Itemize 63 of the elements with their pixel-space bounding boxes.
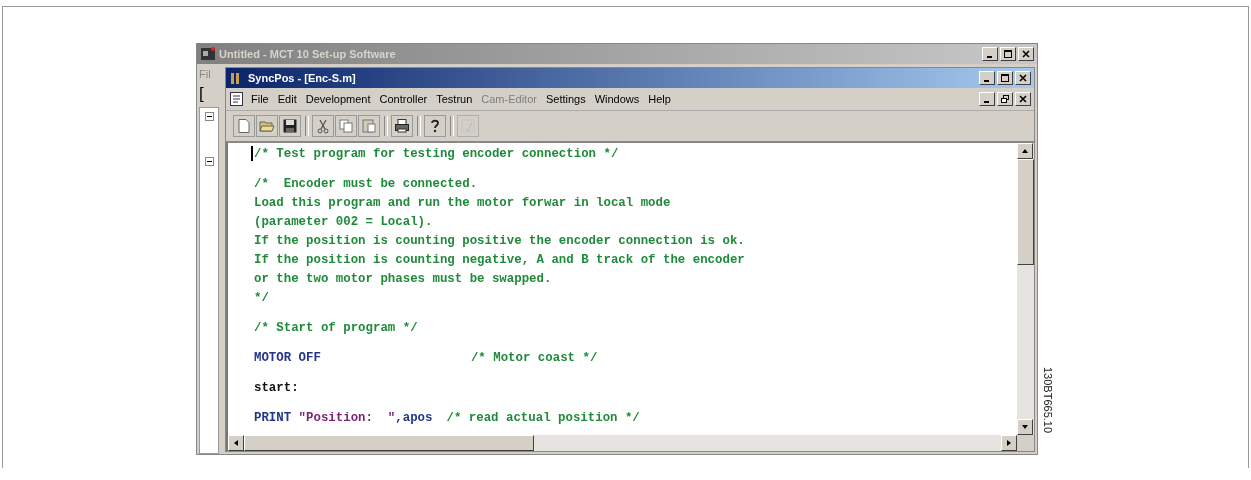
scroll-thumb[interactable] [244, 435, 534, 451]
vertical-scrollbar[interactable] [1017, 143, 1034, 435]
scrollbar-corner [1017, 435, 1034, 451]
menu-item[interactable]: Controller [379, 93, 428, 105]
copy-icon [338, 118, 354, 134]
minimize-button[interactable] [982, 47, 998, 61]
menu-item[interactable]: Windows [594, 93, 640, 105]
code-line: /* Start of program */ [254, 320, 419, 337]
collapse-icon[interactable] [204, 112, 214, 121]
down-arrow-icon [1021, 423, 1029, 431]
clipboard-icon [361, 118, 377, 134]
toolbar-button[interactable] [279, 115, 301, 137]
checkmark-icon [460, 118, 476, 134]
menu-item[interactable]: File [251, 93, 269, 105]
minimize-button[interactable] [979, 92, 995, 106]
maximize-icon [1004, 50, 1012, 58]
code-line: start: [254, 380, 300, 397]
code-line: If the position is counting negative, A and B track of the encoder [254, 252, 746, 269]
scroll-thumb[interactable] [1017, 159, 1034, 265]
toolbar-button[interactable] [391, 115, 413, 137]
maximize-button[interactable] [997, 71, 1013, 85]
window-title: SyncPos - [Enc-S.m] [248, 72, 356, 84]
document-icon [229, 91, 245, 107]
up-arrow-icon [1021, 147, 1029, 155]
code-line: /* Encoder must be connected. [254, 176, 479, 193]
app-icon [200, 46, 216, 62]
restore-button[interactable] [997, 92, 1013, 106]
close-button[interactable] [1018, 47, 1034, 61]
figure-id: 130BT665.10 [1042, 366, 1054, 433]
collapse-icon[interactable] [204, 157, 214, 166]
minimize-button[interactable] [979, 71, 995, 85]
menu-item[interactable]: Edit [277, 93, 297, 105]
blank-page-icon [236, 118, 252, 134]
code-line: PRINT "Position: ",apos /* read actual position */ [254, 410, 641, 427]
menu-item[interactable]: Settings [545, 93, 586, 105]
menu-item[interactable]: Testrun [436, 93, 473, 105]
maximize-icon [1001, 74, 1009, 82]
maximize-button[interactable] [1000, 47, 1016, 61]
restore-icon [1001, 95, 1009, 103]
menu-item[interactable]: Development [305, 93, 371, 105]
left-arrow-icon [232, 439, 240, 447]
close-icon [1022, 50, 1030, 58]
printer-icon [394, 118, 410, 134]
code-line: If the position is counting positive the encoder connection is ok. [254, 233, 746, 250]
menu-item[interactable]: Help [648, 93, 671, 105]
horizontal-scrollbar[interactable] [228, 435, 1034, 451]
code-editor[interactable] [226, 143, 1034, 451]
toolbar-button[interactable]: [ [199, 85, 204, 103]
close-button[interactable] [1015, 92, 1031, 106]
code-line: MOTOR OFF /* Motor coast */ [254, 350, 599, 367]
scissors-icon [315, 118, 331, 134]
folder-icon [259, 118, 275, 134]
code-line: (parameter 002 = Local). [254, 214, 434, 231]
code-line: /* Test program for testing encoder connection */ [254, 145, 1017, 164]
close-button[interactable] [1015, 71, 1031, 85]
close-icon [1019, 95, 1027, 103]
code-line: or the two motor phases must be swapped. [254, 271, 553, 288]
code-line: */ [254, 290, 270, 307]
window-title: Untitled - MCT 10 Set-up Software [219, 48, 396, 60]
close-icon [1019, 74, 1027, 82]
toolbar-button[interactable] [424, 115, 446, 137]
code-line: Load this program and run the motor forwar in local mode [254, 195, 672, 212]
right-arrow-icon [1005, 439, 1013, 447]
